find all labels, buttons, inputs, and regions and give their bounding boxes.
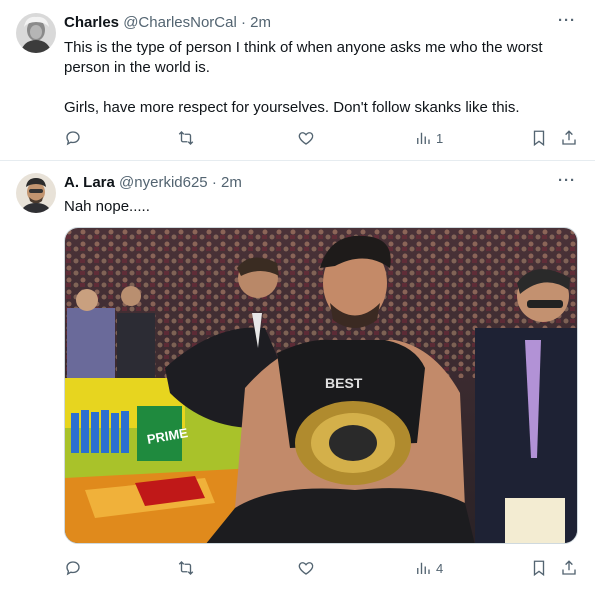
separator: · (240, 14, 246, 31)
reply-button[interactable] (64, 558, 82, 578)
tweet-header: Charles @CharlesNorCal · 2m (64, 13, 271, 33)
views-button[interactable]: 4 (414, 558, 443, 578)
bookmark-icon (533, 130, 545, 147)
reply-icon (66, 561, 80, 576)
like-button[interactable] (297, 128, 315, 148)
separator: · (211, 174, 217, 191)
share-icon (562, 130, 576, 145)
more-icon[interactable]: ··· (557, 173, 577, 194)
like-button[interactable] (297, 558, 315, 578)
timestamp[interactable]: 2m (250, 14, 271, 31)
more-icon[interactable]: ··· (557, 13, 577, 34)
share-icon (562, 560, 576, 575)
display-name[interactable]: Charles (64, 14, 119, 31)
media-image[interactable]: PRIME BEST (64, 227, 578, 544)
tweet-text: This is the type of person I think of wh… (64, 39, 543, 76)
timestamp[interactable]: 2m (221, 174, 242, 191)
like-icon (298, 562, 314, 575)
retweet-icon (178, 131, 194, 145)
tweet-actions: 4 (64, 558, 584, 578)
bookmark-button[interactable] (530, 128, 548, 148)
tweet-actions: 1 (64, 128, 584, 148)
avatar[interactable] (16, 13, 56, 53)
avatar[interactable] (16, 173, 56, 213)
views-icon (417, 562, 430, 574)
share-button[interactable] (560, 128, 578, 148)
bookmark-button[interactable] (530, 558, 548, 578)
tweet-text: Nah nope..... (64, 198, 150, 215)
tweet-alara[interactable]: A. Lara @nyerkid625 · 2m ··· Nah nope...… (0, 161, 595, 593)
display-name[interactable]: A. Lara (64, 174, 115, 191)
bookmark-icon (533, 560, 545, 577)
retweet-button[interactable] (177, 558, 195, 578)
views-count: 4 (436, 560, 444, 576)
retweet-button[interactable] (177, 128, 195, 148)
handle[interactable]: @nyerkid625 (119, 174, 208, 191)
reply-button[interactable] (64, 128, 82, 148)
tweet-charles[interactable]: Charles @CharlesNorCal · 2m ··· This is … (0, 0, 595, 160)
share-button[interactable] (560, 558, 578, 578)
views-count: 1 (436, 130, 444, 146)
like-icon (298, 132, 314, 145)
views-button[interactable]: 1 (414, 128, 443, 148)
views-icon (417, 132, 430, 144)
tweet-header: A. Lara @nyerkid625 · 2m (64, 173, 242, 193)
handle[interactable]: @CharlesNorCal (123, 14, 237, 31)
tweet-text: Girls, have more respect for yourselves.… (64, 99, 520, 116)
reply-icon (66, 131, 80, 146)
shirt-text: BEST (325, 375, 363, 391)
retweet-icon (178, 561, 194, 575)
